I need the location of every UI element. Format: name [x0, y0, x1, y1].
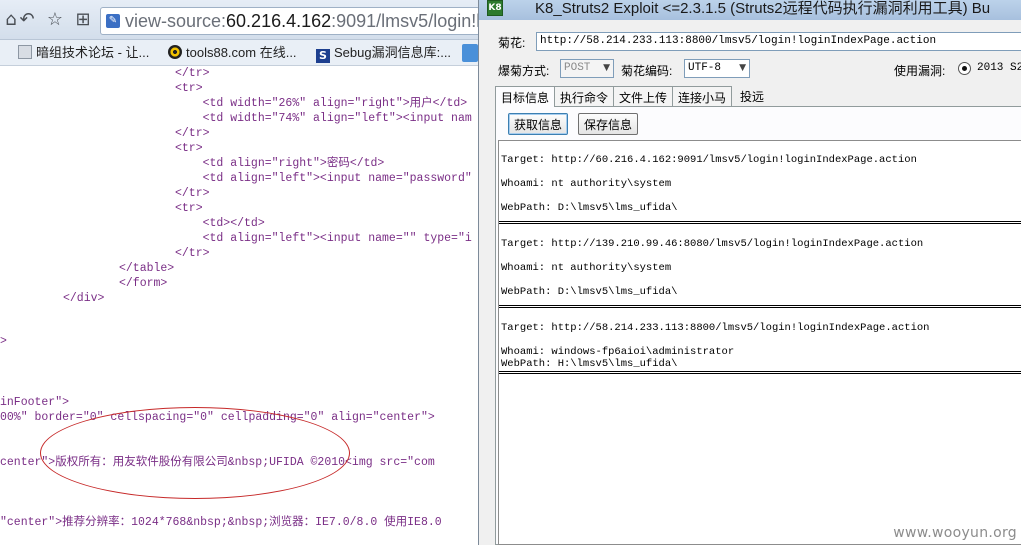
- result-separator: [499, 221, 1021, 224]
- result-webpath: WebPath: H:\lmsv5\lms_ufida\: [501, 358, 678, 370]
- exploit-tool-window: K8 K8_Struts2 Exploit <=2.3.1.5 (Struts2…: [478, 0, 1021, 545]
- url-scheme: view-source:: [125, 11, 227, 31]
- url-host: 60.216.4.162: [226, 11, 332, 31]
- page-source-view: </tr> <tr> <td width="26%" align="right"…: [0, 66, 478, 545]
- result-webpath: WebPath: D:\lmsv5\lms_ufida\: [501, 286, 678, 298]
- result-whoami: Whoami: nt authority\system: [501, 178, 672, 190]
- result-target: Target: http://60.216.4.162:9091/lmsv5/l…: [501, 154, 917, 166]
- source-line: <td></td>: [175, 217, 265, 230]
- more-bookmarks-icon[interactable]: [462, 44, 478, 62]
- vuln-value: 2013 S2-: [977, 62, 1021, 74]
- result-separator: [499, 371, 1021, 374]
- window-title: K8_Struts2 Exploit <=2.3.1.5 (Struts2远程代…: [535, 0, 991, 17]
- source-line: <td align="left"><input name="" type="i: [175, 232, 472, 245]
- highlight-ellipse: [40, 407, 350, 499]
- source-line: inFooter">: [0, 396, 70, 409]
- result-separator: [499, 305, 1021, 308]
- tab-connect-shell[interactable]: 连接小马: [672, 86, 732, 106]
- tab-target-info[interactable]: 目标信息: [495, 86, 556, 107]
- encoding-select[interactable]: UTF-8 ▼: [684, 59, 750, 78]
- bookmark-label: tools88.com 在线...: [186, 45, 297, 60]
- window-titlebar: K8 K8_Struts2 Exploit <=2.3.1.5 (Struts2…: [479, 0, 1021, 20]
- sebug-icon: S: [316, 49, 330, 63]
- chevron-down-icon: ▼: [739, 63, 746, 73]
- browser-toolbar: ⌂ ↶ ☆ ⊞ ✎ view-source:60.216.4.162:9091/…: [0, 0, 478, 40]
- favorite-star-icon[interactable]: ☆: [44, 8, 66, 32]
- source-line: <tr>: [175, 142, 203, 155]
- method-value: POST: [564, 62, 591, 74]
- app-icon: K8: [487, 0, 503, 16]
- vuln-label: 使用漏洞:: [894, 64, 946, 78]
- method-select[interactable]: POST ▼: [560, 59, 614, 78]
- source-line: <tr>: [175, 202, 203, 215]
- target-url-input[interactable]: http://58.214.233.113:8800/lmsv5/login!l…: [536, 32, 1021, 51]
- address-text: view-source:60.216.4.162:9091/lmsv5/logi…: [125, 11, 478, 32]
- target-info-pane: 获取信息 保存信息 Target: http://60.216.4.162:90…: [495, 106, 1021, 545]
- chevron-down-icon: ▼: [603, 63, 610, 73]
- results-output[interactable]: Target: http://60.216.4.162:9091/lmsv5/l…: [498, 140, 1021, 545]
- radiation-icon: [168, 45, 182, 59]
- tab-strip: 目标信息 执行命令 文件上传 连接小马 投远: [495, 86, 1015, 107]
- source-line: >: [0, 335, 7, 348]
- source-line: </tr>: [175, 247, 210, 260]
- tab-extra[interactable]: 投远: [735, 86, 769, 106]
- encoding-label: 菊花编码:: [621, 64, 673, 78]
- source-line: <tr>: [175, 82, 203, 95]
- save-info-button[interactable]: 保存信息: [578, 113, 639, 135]
- page-icon: [18, 45, 32, 59]
- bookmark-label: 暗组技术论坛 - 让...: [36, 45, 150, 60]
- tab-file-upload[interactable]: 文件上传: [613, 86, 674, 106]
- source-line: </tr>: [175, 187, 210, 200]
- source-line: <td width="74%" align="left"><input nam: [175, 112, 472, 125]
- window-body: 菊花: http://58.214.233.113:8800/lmsv5/log…: [488, 22, 1021, 545]
- source-line: </table>: [119, 262, 175, 275]
- result-target: Target: http://58.214.233.113:8800/lmsv5…: [501, 322, 930, 334]
- encoding-value: UTF-8: [688, 62, 722, 74]
- bookmark-label: Sebug漏洞信息库:...: [334, 45, 452, 60]
- tab-exec-command[interactable]: 执行命令: [554, 86, 615, 106]
- url-label: 菊花:: [498, 36, 526, 50]
- get-info-button[interactable]: 获取信息: [508, 113, 569, 135]
- result-whoami: Whoami: windows-fp6aioi\administrator: [501, 346, 735, 358]
- source-line: <td width="26%" align="right">用户</td>: [175, 97, 468, 110]
- source-line: </tr>: [175, 127, 210, 140]
- back-icon[interactable]: ↶: [16, 8, 38, 32]
- address-bar[interactable]: ✎ view-source:60.216.4.162:9091/lmsv5/lo…: [100, 7, 478, 35]
- watermark: www.wooyun.org: [893, 525, 1017, 541]
- bookmark-item[interactable]: S Sebug漏洞信息库:...: [316, 44, 452, 63]
- bookmark-item[interactable]: 暗组技术论坛 - 让...: [18, 44, 149, 62]
- source-line: </form>: [119, 277, 168, 290]
- source-line: "center">推荐分辨率：1024*768&nbsp;&nbsp;浏览器：I…: [0, 516, 442, 529]
- browser-window: ⌂ ↶ ☆ ⊞ ✎ view-source:60.216.4.162:9091/…: [0, 0, 478, 545]
- result-webpath: WebPath: D:\lmsv5\lms_ufida\: [501, 202, 678, 214]
- result-whoami: Whoami: nt authority\system: [501, 262, 672, 274]
- source-line: </div>: [63, 292, 105, 305]
- source-line: <td align="right">密码</td>: [175, 157, 385, 170]
- url-path: :9091/lmsv5/login!lo: [331, 11, 478, 31]
- vuln-radio[interactable]: [958, 62, 971, 75]
- method-label: 爆菊方式:: [498, 64, 550, 78]
- source-line: <td align="left"><input name="password": [175, 172, 472, 185]
- page-source-icon: ✎: [106, 14, 120, 28]
- source-line: </tr>: [175, 67, 210, 80]
- result-target: Target: http://139.210.99.46:8080/lmsv5/…: [501, 238, 924, 250]
- bookmarks-bar: 暗组技术论坛 - 让... tools88.com 在线... S Sebug漏洞…: [0, 40, 478, 66]
- tabs-grid-icon[interactable]: ⊞: [72, 8, 94, 32]
- bookmark-item[interactable]: tools88.com 在线...: [168, 44, 297, 62]
